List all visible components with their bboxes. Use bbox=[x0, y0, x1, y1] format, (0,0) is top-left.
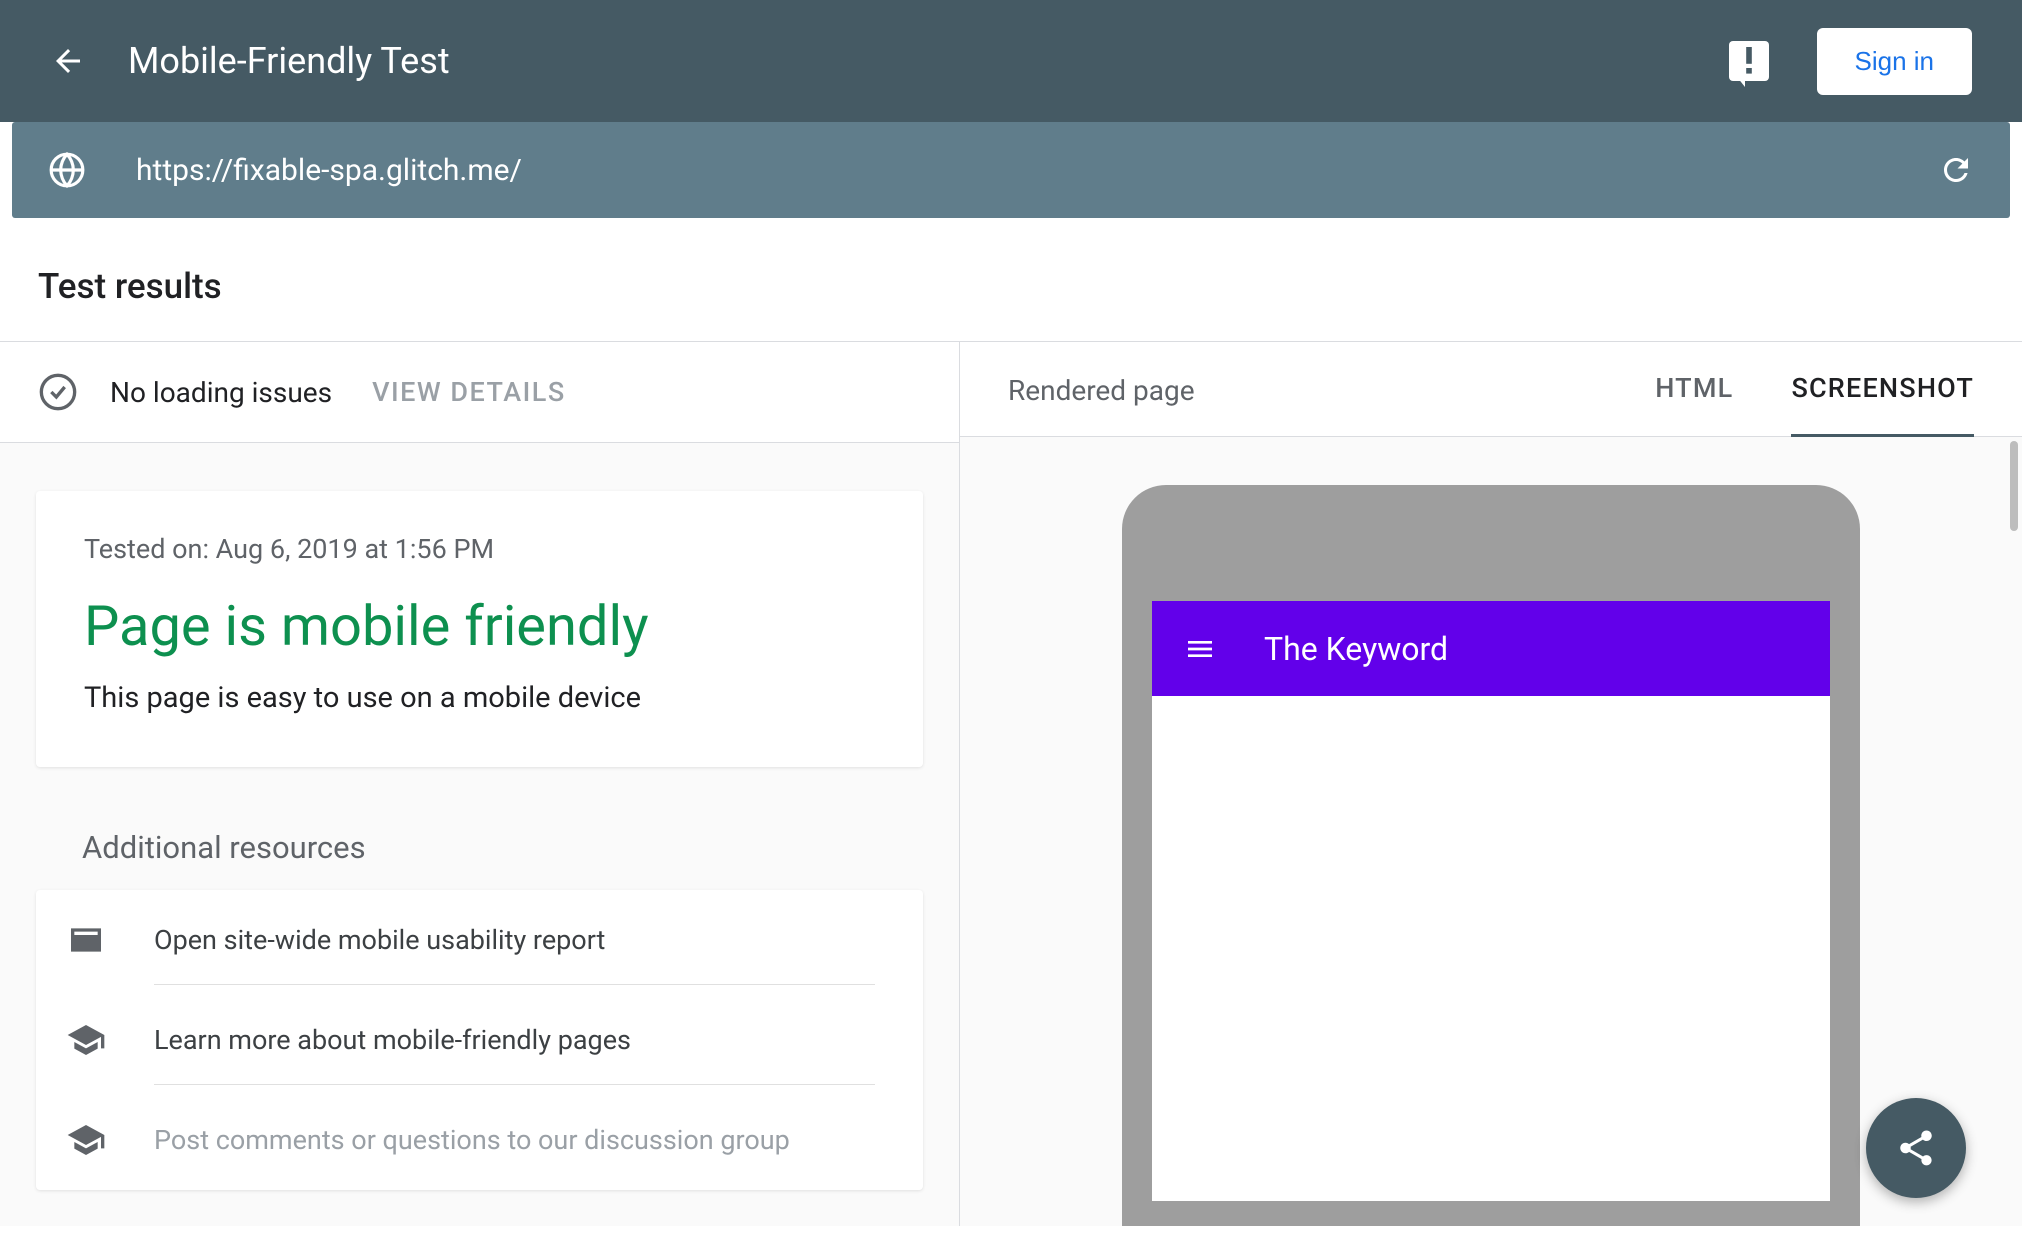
section-title: Test results bbox=[38, 266, 1984, 307]
app-title: Mobile-Friendly Test bbox=[128, 40, 450, 82]
tab-screenshot[interactable]: SCREENSHOT bbox=[1791, 372, 1974, 438]
left-panel: No loading issues VIEW DETAILS Tested on… bbox=[0, 342, 960, 1226]
url-bar-left: https://fixable-spa.glitch.me/ bbox=[48, 151, 522, 189]
resource-item-report[interactable]: Open site-wide mobile usability report bbox=[36, 890, 923, 990]
school-icon bbox=[66, 1020, 106, 1060]
hamburger-icon bbox=[1184, 633, 1216, 665]
resource-text: Open site-wide mobile usability report bbox=[154, 924, 875, 985]
scrollbar[interactable] bbox=[2010, 441, 2018, 531]
tested-on-text: Tested on: Aug 6, 2019 at 1:56 PM bbox=[84, 533, 875, 565]
header-left: Mobile-Friendly Test bbox=[50, 40, 450, 82]
app-header: Mobile-Friendly Test Sign in bbox=[0, 0, 2022, 122]
rendered-page-label: Rendered page bbox=[1008, 374, 1195, 407]
tab-html[interactable]: HTML bbox=[1655, 372, 1733, 438]
phone-screen: The Keyword bbox=[1152, 601, 1830, 1201]
resource-text: Post comments or questions to our discus… bbox=[154, 1124, 875, 1184]
header-right: Sign in bbox=[1729, 28, 1973, 95]
right-panel-header: Rendered page HTML SCREENSHOT bbox=[960, 342, 2022, 437]
share-fab[interactable] bbox=[1866, 1098, 1966, 1198]
resource-item-learn[interactable]: Learn more about mobile-friendly pages bbox=[36, 990, 923, 1090]
back-arrow-icon[interactable] bbox=[50, 43, 86, 79]
check-circle-icon bbox=[38, 372, 78, 412]
feedback-icon[interactable] bbox=[1729, 41, 1769, 81]
resource-item-post[interactable]: Post comments or questions to our discus… bbox=[36, 1090, 923, 1190]
result-verdict: Page is mobile friendly bbox=[84, 593, 875, 659]
right-panel: Rendered page HTML SCREENSHOT The Ke bbox=[960, 342, 2022, 1226]
sign-in-button[interactable]: Sign in bbox=[1817, 28, 1973, 95]
preview-area: The Keyword bbox=[960, 437, 2022, 1226]
school-icon bbox=[66, 1120, 106, 1160]
result-card: Tested on: Aug 6, 2019 at 1:56 PM Page i… bbox=[36, 491, 923, 767]
loading-status-text: No loading issues bbox=[110, 376, 332, 409]
tabs: HTML SCREENSHOT bbox=[1655, 372, 1974, 408]
refresh-icon[interactable] bbox=[1938, 152, 1974, 188]
preview-site-title: The Keyword bbox=[1264, 630, 1448, 668]
report-icon bbox=[66, 920, 106, 960]
resources-title: Additional resources bbox=[82, 829, 923, 866]
view-details-button[interactable]: VIEW DETAILS bbox=[372, 376, 566, 408]
url-bar: https://fixable-spa.glitch.me/ bbox=[12, 122, 2010, 218]
content: No loading issues VIEW DETAILS Tested on… bbox=[0, 342, 2022, 1226]
resources-card: Open site-wide mobile usability report L… bbox=[36, 890, 923, 1190]
result-description: This page is easy to use on a mobile dev… bbox=[84, 681, 875, 715]
resource-text: Learn more about mobile-friendly pages bbox=[154, 1024, 875, 1085]
globe-icon bbox=[48, 151, 86, 189]
phone-mockup: The Keyword bbox=[1122, 485, 1860, 1226]
status-bar: No loading issues VIEW DETAILS bbox=[0, 342, 959, 443]
url-input[interactable]: https://fixable-spa.glitch.me/ bbox=[136, 153, 522, 188]
section-header: Test results bbox=[0, 232, 2022, 342]
preview-site-header: The Keyword bbox=[1152, 601, 1830, 696]
